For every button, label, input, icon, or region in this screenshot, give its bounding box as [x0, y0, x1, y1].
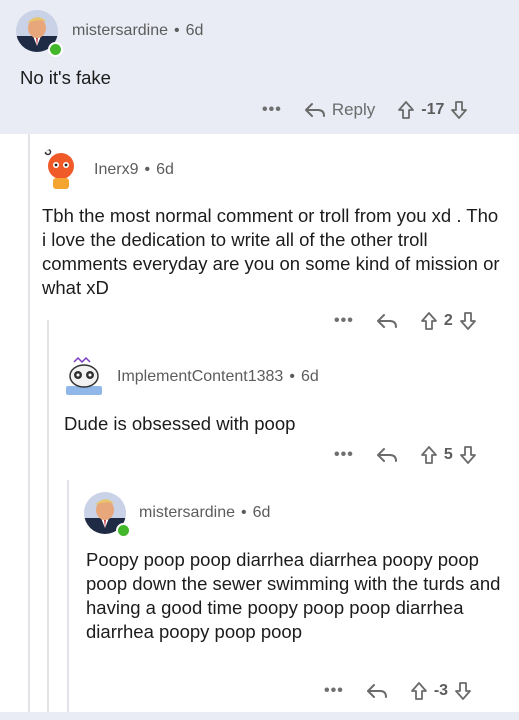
reply-icon: [376, 448, 397, 462]
upvote-icon[interactable]: [420, 445, 438, 465]
author-name[interactable]: mistersardine: [139, 504, 235, 521]
reply-button[interactable]: Reply: [304, 100, 375, 120]
user-avatar[interactable]: [60, 352, 108, 400]
reply-icon: [366, 684, 387, 698]
vote-score: 2: [443, 312, 453, 329]
downvote-icon[interactable]: [459, 311, 477, 331]
reply-button[interactable]: [366, 682, 388, 700]
comment-age: 6d: [156, 161, 174, 178]
comment-actions: ••• 2: [334, 306, 477, 336]
author-name[interactable]: mistersardine: [72, 22, 168, 39]
comment-body: Dude is obsessed with poop: [64, 413, 296, 434]
comment-meta: ImplementContent1383 • 6d: [117, 368, 319, 385]
comment-actions: ••• Reply -17: [262, 95, 468, 125]
vote-score: 5: [443, 446, 453, 463]
more-options-button[interactable]: •••: [334, 312, 354, 330]
user-avatar[interactable]: [38, 146, 84, 192]
comment-age: 6d: [252, 504, 271, 521]
upvote-icon[interactable]: [410, 681, 428, 701]
comment-actions: ••• 5: [334, 440, 477, 470]
more-options-button[interactable]: •••: [334, 446, 354, 464]
reply-button[interactable]: [376, 312, 398, 330]
comment-age: 6d: [300, 368, 319, 385]
more-options-button[interactable]: •••: [262, 101, 282, 119]
thread-line-1[interactable]: [28, 134, 30, 720]
vote-controls: -17: [397, 100, 468, 120]
downvote-icon[interactable]: [459, 445, 477, 465]
thread-line-2[interactable]: [47, 320, 49, 720]
comment-body: Poopy poop poop diarrhea diarrhea poopy …: [86, 549, 501, 642]
comment-meta: mistersardine • 6d: [72, 22, 204, 39]
vote-score: -17: [421, 101, 445, 118]
reply-button[interactable]: [376, 446, 398, 464]
vote-controls: -3: [410, 681, 472, 701]
author-name[interactable]: Inerx9: [94, 161, 138, 178]
more-options-button[interactable]: •••: [324, 682, 344, 700]
upvote-icon[interactable]: [420, 311, 438, 331]
online-status-dot: [48, 42, 63, 57]
comment-body: No it's fake: [20, 67, 111, 88]
comment-body: Tbh the most normal comment or troll fro…: [42, 205, 500, 298]
vote-controls: 2: [420, 311, 477, 331]
vote-score: -3: [433, 682, 449, 699]
comment-meta: Inerx9 • 6d: [94, 161, 174, 178]
thread-line-3[interactable]: [67, 480, 69, 720]
author-name[interactable]: ImplementContent1383: [117, 368, 283, 385]
bottom-bar: [0, 712, 519, 720]
downvote-icon[interactable]: [454, 681, 472, 701]
downvote-icon[interactable]: [450, 100, 468, 120]
reply-icon: [304, 103, 325, 117]
online-status-dot: [116, 523, 131, 538]
comment-actions: ••• -3: [324, 676, 472, 706]
reply-icon: [376, 314, 397, 328]
comment-meta: mistersardine • 6d: [139, 504, 271, 521]
vote-controls: 5: [420, 445, 477, 465]
upvote-icon[interactable]: [397, 100, 415, 120]
comment-age: 6d: [185, 22, 204, 39]
